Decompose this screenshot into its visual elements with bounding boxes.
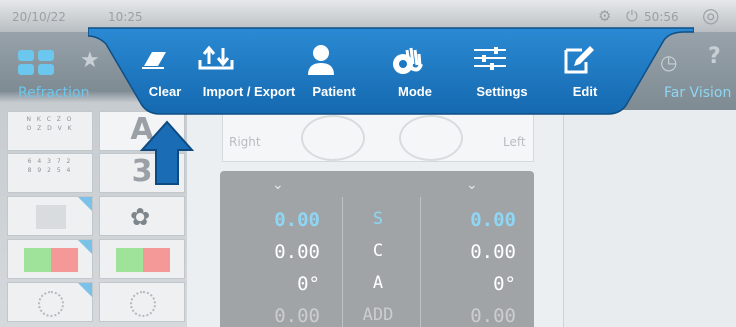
letter-chart-thumb[interactable]: N K C Z O O Z D V K — [7, 111, 93, 151]
right-panel — [563, 110, 736, 327]
cylinder-label: C — [372, 241, 384, 261]
axis-label: A — [372, 273, 384, 293]
action-ribbon: Clear Import / Export Patient Mode Setti… — [88, 16, 694, 116]
dot-chart-thumb[interactable] — [7, 282, 93, 322]
right-sphere-value[interactable]: 0.00 — [220, 209, 320, 231]
axis-row: 0° A 0° — [220, 273, 534, 305]
eraser-icon — [140, 44, 190, 84]
left-add-value[interactable]: 0.00 — [416, 305, 516, 327]
patient-label: Patient — [312, 84, 356, 99]
date-label: 20/10/22 — [12, 10, 66, 24]
clear-button[interactable]: Clear — [140, 44, 190, 99]
import-export-icon — [196, 44, 302, 84]
butterfly-icon: ✿ — [130, 203, 151, 231]
patient-button[interactable]: Patient — [306, 44, 362, 99]
mode-label: Mode — [398, 84, 432, 99]
corner-flag-icon — [78, 197, 92, 211]
left-eye-label[interactable]: Left — [503, 135, 526, 149]
add-label: ADD — [362, 305, 394, 325]
refraction-table: ⌄ ⌄ 0.00 S 0.00 0.00 C 0.00 0° A 0° 0.00… — [220, 171, 534, 327]
mode-button[interactable]: Mode — [390, 44, 440, 99]
cylinder-row: 0.00 C 0.00 — [220, 241, 534, 273]
import-export-button[interactable]: Import / Export — [196, 44, 302, 99]
corner-flag-icon — [78, 283, 92, 297]
import-export-label: Import / Export — [202, 84, 296, 99]
power-icon[interactable]: ◎ — [702, 3, 719, 27]
clear-label: Clear — [148, 84, 182, 99]
add-row: 0.00 ADD 0.00 — [220, 305, 534, 327]
schober-thumb[interactable] — [7, 196, 93, 236]
edit-label: Edit — [572, 84, 598, 99]
eye-selector: Right Left — [222, 110, 534, 162]
left-sphere-value[interactable]: 0.00 — [416, 209, 516, 231]
corner-flag-icon — [78, 240, 92, 254]
right-axis-value[interactable]: 0° — [220, 273, 320, 295]
refraction-tab-icon[interactable] — [18, 50, 54, 76]
left-eye-icon[interactable] — [399, 115, 463, 161]
chevron-down-icon[interactable]: ⌄ — [466, 177, 478, 193]
sliders-icon — [470, 44, 534, 84]
up-arrow-icon — [140, 120, 194, 185]
right-eye-label[interactable]: Right — [229, 135, 261, 149]
tab-refraction[interactable]: Refraction — [18, 85, 90, 101]
left-cylinder-value[interactable]: 0.00 — [416, 241, 516, 263]
red-green-thumb-2[interactable] — [99, 239, 185, 279]
person-icon — [306, 44, 362, 84]
hand-gear-icon — [390, 44, 440, 84]
help-icon[interactable]: ? — [708, 44, 721, 69]
right-cylinder-value[interactable]: 0.00 — [220, 241, 320, 263]
edit-icon — [562, 44, 608, 84]
red-green-thumb[interactable] — [7, 239, 93, 279]
number-chart-thumb[interactable]: 6 4 3 7 2 8 9 2 5 4 — [7, 153, 93, 193]
right-eye-icon[interactable] — [301, 115, 365, 161]
sphere-label: S — [372, 209, 384, 229]
chevron-down-icon[interactable]: ⌄ — [272, 177, 284, 193]
settings-label: Settings — [476, 84, 528, 99]
right-add-value[interactable]: 0.00 — [220, 305, 320, 327]
sphere-row: 0.00 S 0.00 — [220, 209, 534, 241]
edit-button[interactable]: Edit — [562, 44, 608, 99]
dot-chart-thumb-2[interactable] — [99, 282, 185, 322]
left-axis-value[interactable]: 0° — [416, 273, 516, 295]
butterfly-thumb[interactable]: ✿ — [99, 196, 185, 236]
settings-button[interactable]: Settings — [470, 44, 534, 99]
